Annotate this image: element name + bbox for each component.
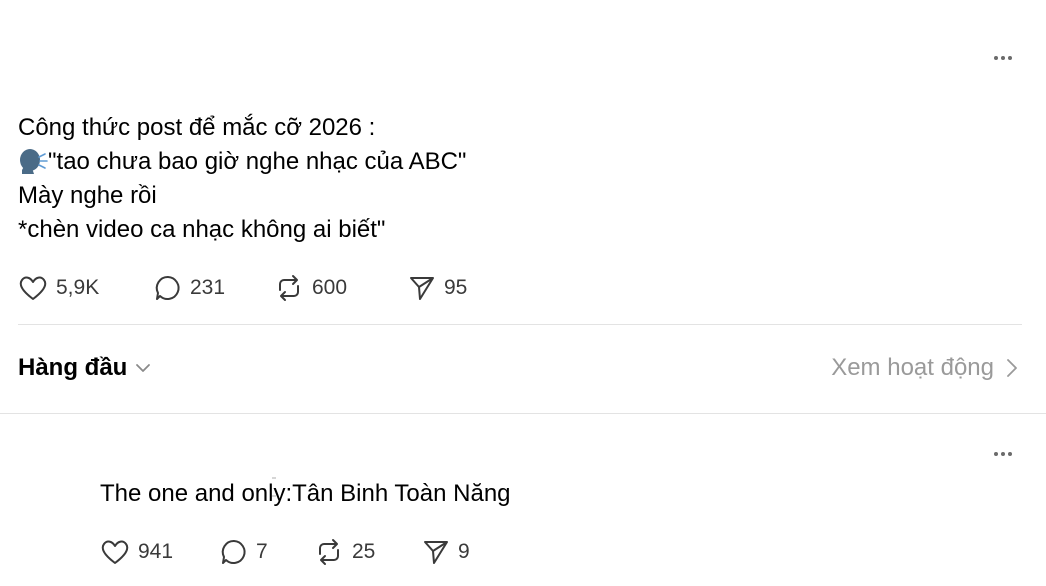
reply-share-button[interactable]: 9 — [422, 538, 470, 566]
comment-icon — [155, 275, 180, 300]
post-line-1: Công thức post để mắc cỡ 2026 : — [18, 114, 376, 141]
more-dot — [1001, 452, 1005, 456]
heart-icon — [19, 276, 47, 300]
repost-count: 600 — [312, 276, 348, 299]
share-count: 95 — [444, 276, 468, 299]
reply-repost-button[interactable]: 25 — [314, 538, 422, 566]
post-body: Công thức post để mắc cỡ 2026 : "tao chư… — [18, 111, 1018, 247]
reply-share-count: 9 — [458, 540, 470, 563]
reply-like-button[interactable]: 941 — [100, 538, 220, 566]
post-line-4: *chèn video ca nhạc không ai biết" — [18, 216, 386, 243]
reply-text: The one and only:Tân Binh Toàn Năng — [100, 480, 511, 507]
reply-more-button[interactable] — [994, 452, 1012, 456]
chevron-right-icon — [1007, 359, 1017, 377]
activity-label: Xem hoạt động — [831, 354, 994, 381]
repost-icon — [279, 275, 299, 301]
reply-repost-count: 25 — [352, 540, 376, 563]
faded-marks — [272, 466, 312, 497]
send-icon — [410, 277, 434, 300]
post-actions: 5,9K 231 600 95 — [18, 273, 467, 303]
share-button[interactable]: 95 — [408, 274, 467, 302]
post-more-button[interactable] — [994, 56, 1012, 60]
speaking-head-icon — [20, 149, 48, 174]
like-count: 5,9K — [56, 276, 100, 299]
send-icon — [424, 541, 448, 564]
reply-comment-count: 7 — [256, 540, 268, 563]
repost-button[interactable]: 600 — [274, 274, 408, 302]
post-line-2-text: "tao chưa bao giờ nghe nhạc của ABC" — [48, 148, 467, 175]
section-divider — [0, 413, 1046, 414]
more-dot — [1008, 56, 1012, 60]
more-dot — [994, 56, 998, 60]
more-dot — [994, 452, 998, 456]
comment-icon — [221, 539, 246, 564]
more-dot — [1001, 56, 1005, 60]
post-line-2: "tao chưa bao giờ nghe nhạc của ABC" — [18, 145, 1018, 179]
view-activity-link[interactable]: Xem hoạt động — [831, 354, 1018, 382]
heart-icon — [101, 540, 129, 564]
post-line-3: Mày nghe rồi — [18, 182, 157, 209]
reply-actions: 941 7 25 9 — [100, 537, 470, 567]
reply-comment-button[interactable]: 7 — [220, 538, 314, 566]
reply-like-count: 941 — [138, 540, 174, 563]
sort-dropdown[interactable]: Hàng đầu — [18, 354, 151, 382]
chevron-down-icon — [136, 364, 151, 372]
more-dot — [1008, 452, 1012, 456]
sort-label: Hàng đầu — [18, 354, 128, 381]
like-button[interactable]: 5,9K — [18, 274, 154, 302]
comment-button[interactable]: 231 — [154, 274, 274, 302]
repost-icon — [319, 539, 339, 565]
comment-count: 231 — [190, 276, 226, 299]
post-divider — [18, 324, 1022, 325]
